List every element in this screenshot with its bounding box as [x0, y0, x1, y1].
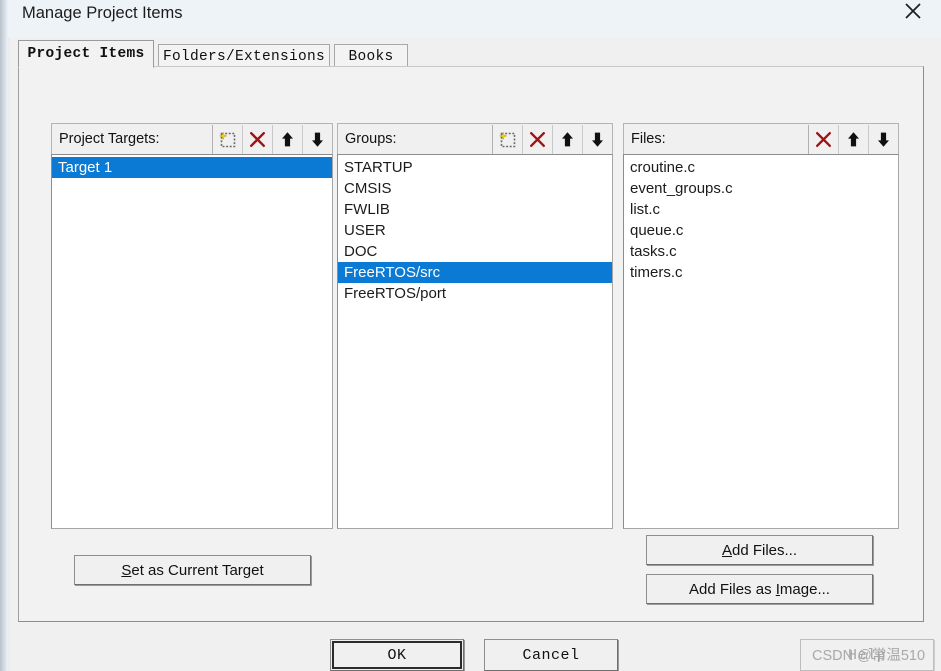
move-up-icon — [278, 130, 297, 149]
window-left-inner-edge — [8, 0, 10, 671]
move-file-down-button[interactable] — [868, 124, 898, 154]
list-item[interactable]: FreeRTOS/src — [338, 262, 612, 283]
help-label: Help — [847, 646, 886, 664]
add-files-button[interactable]: Add Files... — [646, 535, 873, 565]
cancel-button[interactable]: Cancel — [484, 639, 618, 671]
new-item-icon — [498, 130, 517, 149]
cancel-label: Cancel — [522, 646, 580, 664]
manage-project-items-dialog: Manage Project Items Project Items Folde… — [0, 0, 941, 671]
list-item[interactable]: queue.c — [624, 220, 898, 241]
window-left-edge — [0, 0, 8, 671]
ok-label: OK — [387, 646, 407, 664]
tab-label: Books — [348, 48, 394, 65]
list-item[interactable]: timers.c — [624, 262, 898, 283]
new-item-icon — [218, 130, 237, 149]
groups-header: Groups: — [337, 123, 613, 154]
files-list[interactable]: croutine.c event_groups.c list.c queue.c… — [623, 154, 899, 529]
close-button[interactable] — [891, 0, 935, 28]
delete-file-button[interactable] — [808, 124, 838, 154]
label-rest: dd Files... — [731, 541, 798, 559]
move-down-icon — [588, 130, 607, 149]
files-label: Files: — [631, 131, 666, 147]
move-target-down-button[interactable] — [302, 124, 332, 154]
tab-label: Folders/Extensions — [162, 48, 326, 65]
label-pre: Add Files as — [689, 580, 776, 598]
delete-icon — [814, 130, 833, 149]
set-as-current-target-button[interactable]: Set as Current Target — [74, 555, 311, 585]
label-rest: et as Current Target — [131, 561, 264, 579]
list-item[interactable]: CMSIS — [338, 178, 612, 199]
list-item[interactable]: FreeRTOS/port — [338, 283, 612, 304]
list-item[interactable]: DOC — [338, 241, 612, 262]
ok-button[interactable]: OK — [330, 639, 464, 671]
delete-icon — [528, 130, 547, 149]
delete-target-button[interactable] — [242, 124, 272, 154]
project-targets-list[interactable]: Target 1 — [51, 154, 333, 529]
list-item[interactable]: tasks.c — [624, 241, 898, 262]
move-up-icon — [844, 130, 863, 149]
tab-label: Project Items — [27, 46, 145, 62]
move-target-up-button[interactable] — [272, 124, 302, 154]
label-rest: mage... — [779, 580, 830, 598]
move-group-up-button[interactable] — [552, 124, 582, 154]
tab-project-items[interactable]: Project Items — [18, 40, 154, 68]
move-down-icon — [874, 130, 893, 149]
files-header: Files: — [623, 123, 899, 154]
list-item[interactable]: USER — [338, 220, 612, 241]
list-item[interactable]: event_groups.c — [624, 178, 898, 199]
groups-toolbar — [492, 124, 612, 154]
tab-books[interactable]: Books — [334, 44, 408, 68]
help-button: Help — [800, 639, 934, 671]
project-targets-label: Project Targets: — [59, 131, 160, 147]
groups-list[interactable]: STARTUP CMSIS FWLIB USER DOC FreeRTOS/sr… — [337, 154, 613, 529]
move-group-down-button[interactable] — [582, 124, 612, 154]
project-targets-header: Project Targets: — [51, 123, 333, 154]
title-bar: Manage Project Items — [8, 0, 941, 38]
tab-strip: Project Items Folders/Extensions Books — [18, 38, 926, 68]
move-down-icon — [308, 130, 327, 149]
list-item[interactable]: Target 1 — [52, 157, 332, 178]
close-icon — [902, 0, 924, 22]
new-group-button[interactable] — [492, 124, 522, 154]
set-as-current-target-label: Set as Current Target — [121, 562, 263, 579]
list-item[interactable]: croutine.c — [624, 157, 898, 178]
tab-folders-extensions[interactable]: Folders/Extensions — [158, 44, 330, 68]
groups-label: Groups: — [345, 131, 397, 147]
move-up-icon — [558, 130, 577, 149]
accelerator-char: A — [721, 541, 732, 559]
project-items-panel: Project Targets: Target 1 Groups: STARTU… — [18, 66, 924, 622]
add-files-as-image-button[interactable]: Add Files as Image... — [646, 574, 873, 604]
add-files-as-image-label: Add Files as Image... — [689, 581, 830, 598]
window-title: Manage Project Items — [22, 4, 183, 22]
files-toolbar — [808, 124, 898, 154]
list-item[interactable]: list.c — [624, 199, 898, 220]
add-files-label: Add Files... — [722, 542, 797, 559]
list-item[interactable]: FWLIB — [338, 199, 612, 220]
delete-icon — [248, 130, 267, 149]
delete-group-button[interactable] — [522, 124, 552, 154]
list-item[interactable]: STARTUP — [338, 157, 612, 178]
move-file-up-button[interactable] — [838, 124, 868, 154]
project-targets-toolbar — [212, 124, 332, 154]
new-target-button[interactable] — [212, 124, 242, 154]
accelerator-char: S — [121, 561, 132, 579]
